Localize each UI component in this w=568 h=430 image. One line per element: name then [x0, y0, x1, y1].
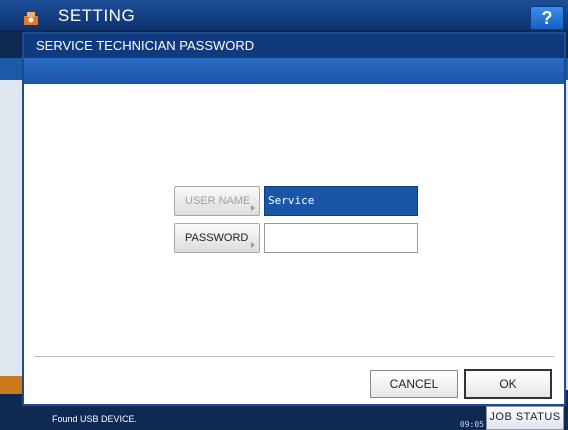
help-button[interactable]: ?	[530, 6, 564, 30]
dialog-title: SERVICE TECHNICIAN PASSWORD	[36, 38, 255, 53]
dialog-band	[24, 58, 564, 84]
username-button: USER NAME	[174, 186, 260, 216]
username-field[interactable]: Service	[264, 186, 418, 216]
setting-icon	[24, 12, 38, 25]
dialog-header: SERVICE TECHNICIAN PASSWORD	[24, 34, 564, 58]
password-button[interactable]: PASSWORD	[174, 223, 260, 253]
arrow-right-icon	[251, 205, 255, 211]
background-accent	[0, 376, 24, 394]
top-bar: SETTING ?	[0, 0, 568, 30]
password-dialog: SERVICE TECHNICIAN PASSWORD USER NAME Se…	[22, 32, 566, 406]
job-status-button[interactable]: JOB STATUS	[486, 406, 564, 430]
status-time: 09:05	[459, 420, 484, 429]
password-button-label: PASSWORD	[185, 232, 249, 244]
status-message: Found USB DEVICE.	[52, 414, 138, 424]
cancel-button[interactable]: CANCEL	[370, 370, 458, 398]
status-bar: Found USB DEVICE. 09:05	[0, 410, 568, 430]
app-title: SETTING	[58, 6, 136, 25]
ok-button[interactable]: OK	[464, 369, 552, 399]
password-field[interactable]	[264, 223, 418, 253]
divider	[34, 356, 554, 357]
arrow-right-icon	[251, 242, 255, 248]
username-button-label: USER NAME	[185, 195, 251, 207]
